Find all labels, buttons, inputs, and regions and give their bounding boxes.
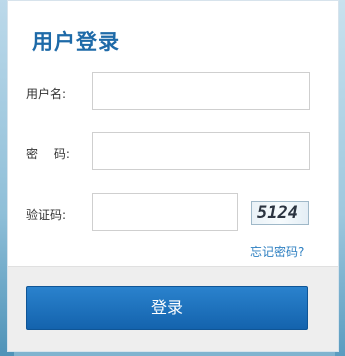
password-label: 密 码: (26, 147, 70, 161)
captcha-label: 验证码: (26, 208, 67, 222)
forgot-password-link[interactable]: 忘记密码? (250, 243, 304, 260)
username-label: 用户名: (26, 87, 67, 101)
username-input[interactable] (92, 72, 310, 110)
password-input[interactable] (92, 132, 310, 170)
login-button[interactable]: 登录 (26, 286, 308, 330)
captcha-input[interactable] (92, 193, 238, 231)
page-title: 用户登录 (32, 30, 120, 54)
login-panel: 用户登录 用户名: 密 码: 验证码: 5124 忘记密码? 登录 (7, 0, 339, 352)
captcha-image[interactable]: 5124 (251, 201, 309, 225)
login-footer: 登录 (8, 266, 338, 351)
